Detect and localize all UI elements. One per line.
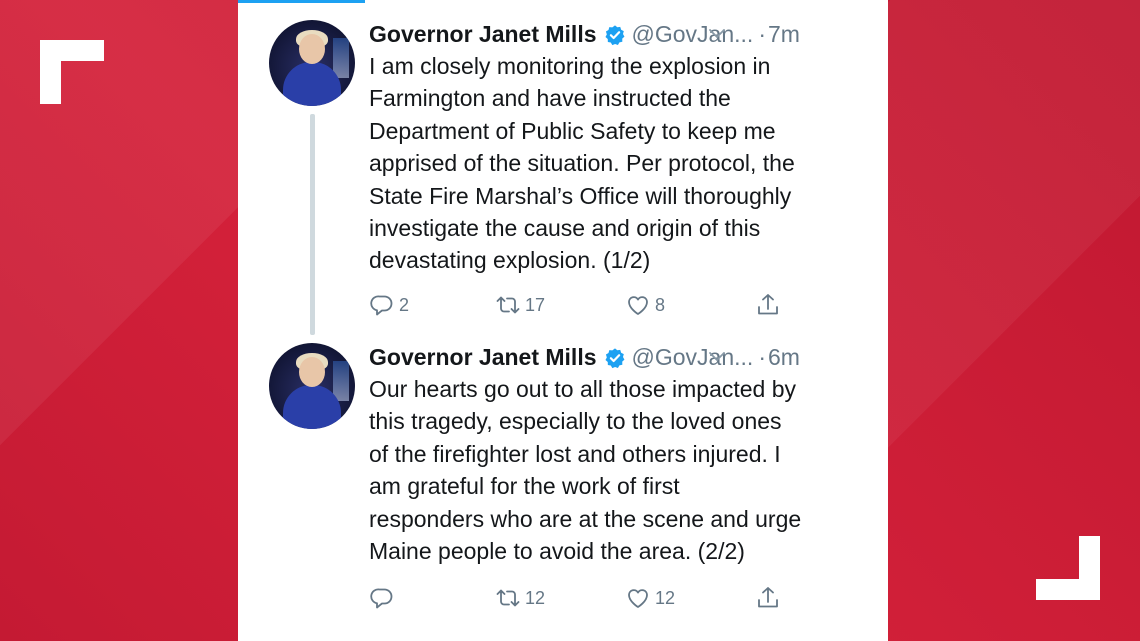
reply-button[interactable]: [369, 583, 399, 613]
share-icon: [758, 294, 778, 315]
retweet-button[interactable]: 17: [495, 290, 545, 320]
reply-icon: [370, 588, 393, 609]
share-button[interactable]: [755, 290, 781, 320]
reply-count: 2: [399, 294, 410, 315]
retweet-icon: [496, 589, 520, 607]
retweet-count: 12: [525, 587, 546, 608]
display-name[interactable]: Governor Janet Mills: [369, 344, 597, 371]
tweet-text: Our hearts go out to all those impacted …: [369, 376, 802, 565]
handle[interactable]: @GovJan...: [632, 21, 754, 48]
tweet-actions: 2 17 8: [369, 290, 869, 320]
reply-icon: [370, 295, 393, 316]
verified-badge-icon: [604, 25, 624, 46]
handle[interactable]: @GovJan...: [632, 344, 754, 371]
retweet-icon: [496, 296, 520, 314]
tweet-thread-card: Governor Janet Mills @GovJan... · 7m I a…: [238, 0, 888, 641]
like-count: 8: [655, 294, 666, 315]
timestamp[interactable]: 6m: [768, 344, 800, 371]
chevron-down-icon[interactable]: [707, 24, 727, 44]
share-icon: [758, 587, 778, 608]
like-icon: [628, 296, 648, 315]
avatar[interactable]: [269, 343, 355, 429]
corner-bracket-bottom-right: [1036, 536, 1100, 600]
tweet-header: Governor Janet Mills @GovJan... · 6m: [369, 343, 869, 371]
corner-bracket-top-left: [40, 40, 104, 104]
tweet-text: I am closely monitoring the explosion in…: [369, 53, 795, 274]
retweet-button[interactable]: 12: [495, 583, 545, 613]
tweet-actions: 12 12: [369, 583, 869, 613]
tweet-header: Governor Janet Mills @GovJan... · 7m: [369, 20, 869, 48]
separator: ·: [758, 20, 766, 47]
like-count: 12: [655, 587, 676, 608]
like-button[interactable]: 8: [625, 290, 665, 320]
verified-badge-icon: [604, 348, 624, 369]
timestamp[interactable]: 7m: [768, 21, 800, 48]
retweet-count: 17: [525, 294, 546, 315]
avatar[interactable]: [269, 20, 355, 106]
share-button[interactable]: [755, 583, 781, 613]
chevron-down-icon[interactable]: [707, 347, 727, 367]
like-icon: [628, 589, 648, 608]
display-name[interactable]: Governor Janet Mills: [369, 21, 597, 48]
separator: ·: [758, 343, 766, 370]
scroll-indicator: [238, 0, 365, 3]
like-button[interactable]: 12: [625, 583, 675, 613]
reply-button[interactable]: 2: [369, 290, 409, 320]
thread-connector-line: [310, 114, 315, 335]
